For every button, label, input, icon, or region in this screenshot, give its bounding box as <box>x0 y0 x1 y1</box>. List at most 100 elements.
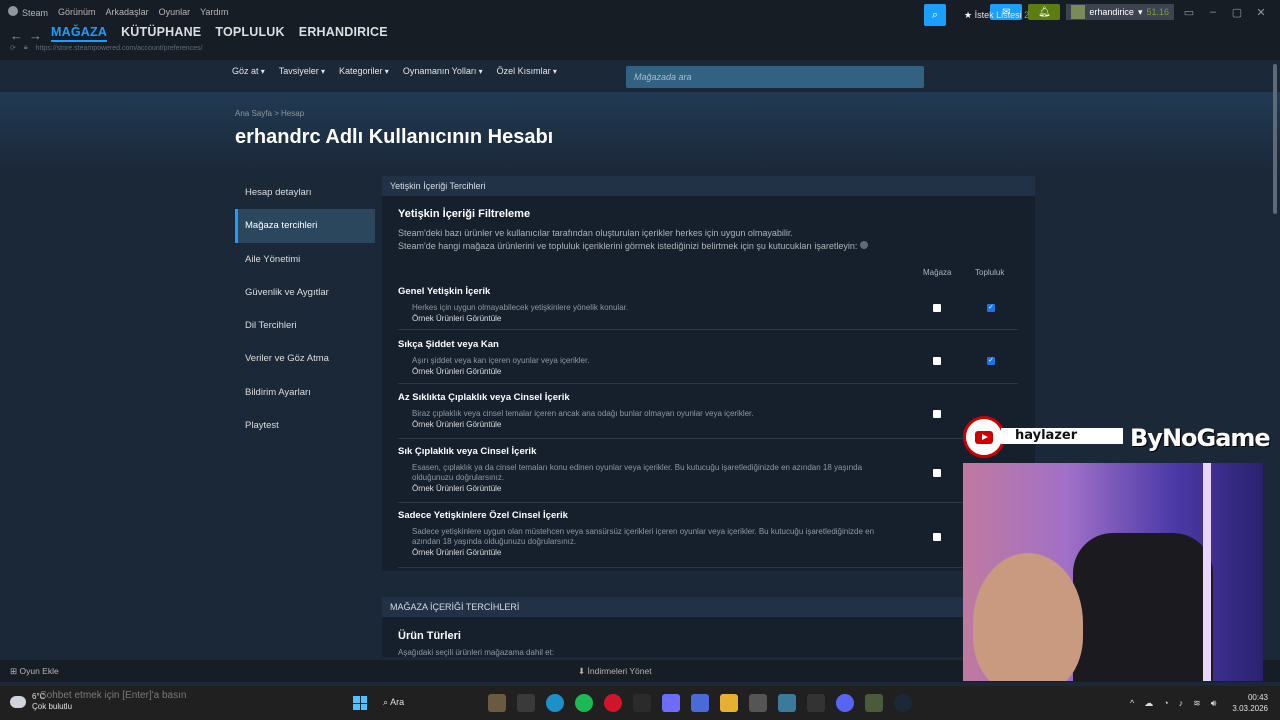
plus-icon: ⊞ <box>10 666 18 676</box>
app-icon[interactable] <box>488 694 506 712</box>
tab-community[interactable]: TOPLULUK <box>215 25 284 42</box>
maximize-icon[interactable]: ▢ <box>1228 6 1246 19</box>
lock-icon: 🔒︎ <box>23 44 28 51</box>
wifi-icon[interactable]: ≋ <box>1193 698 1201 709</box>
wishlist-link[interactable]: ★ İstek Listesi 2 <box>964 10 1029 21</box>
volume-icon[interactable]: 🔊︎ <box>1211 698 1217 709</box>
windows-start-icon[interactable] <box>353 696 367 710</box>
description-line-2: Steam'de hangi mağaza ürünlerini ve topl… <box>398 241 858 251</box>
app-icon[interactable] <box>691 694 709 712</box>
sidebar-item-playtest[interactable]: Playtest <box>235 409 375 442</box>
downloads-button[interactable]: ⬇ İndirmeleri Yönet <box>578 666 652 677</box>
menu-steam[interactable]: Steam <box>8 6 48 18</box>
menu-games[interactable]: Oyunlar <box>159 7 191 17</box>
app-icon[interactable] <box>807 694 825 712</box>
onedrive-icon[interactable]: ☁ <box>1144 698 1153 709</box>
store-nav-categories[interactable]: Kategoriler <box>339 66 389 76</box>
steam-logo-icon <box>8 6 18 16</box>
pref-row-title: Sıkça Şiddet veya Kan <box>398 339 499 350</box>
game-icon[interactable] <box>865 694 883 712</box>
screen-icon[interactable]: ▭ <box>1180 6 1198 19</box>
store-checkbox[interactable] <box>933 304 941 312</box>
sidebar-item-data-browsing[interactable]: Veriler ve Göz Atma <box>235 342 375 375</box>
store-app-icon[interactable] <box>633 694 651 712</box>
cloud-icon <box>10 696 26 708</box>
clock-date: 3.03.2026 <box>1232 704 1268 713</box>
search-icon: ⌕ <box>931 9 939 21</box>
edge-icon[interactable] <box>546 694 564 712</box>
help-icon[interactable] <box>859 241 868 249</box>
tab-store[interactable]: MAĞAZA <box>51 25 108 42</box>
search-button[interactable]: ⌕ <box>924 4 946 26</box>
reload-icon[interactable]: ⟳ <box>10 44 16 52</box>
settings-icon[interactable] <box>749 694 767 712</box>
menu-help[interactable]: Yardım <box>200 7 228 17</box>
downloads-label: İndirmeleri Yönet <box>587 666 652 676</box>
microphone-icon[interactable]: ♪ <box>1179 698 1184 709</box>
forward-arrow-icon[interactable]: → <box>29 28 42 43</box>
store-search-input[interactable]: Mağazada ara <box>626 66 924 88</box>
system-clock[interactable]: 00:43 3.03.2026 <box>1232 692 1268 714</box>
opera-icon[interactable] <box>604 694 622 712</box>
chevron-up-icon[interactable]: ^ <box>1130 698 1134 709</box>
store-checkbox[interactable] <box>933 469 941 477</box>
sidebar-item-account-details[interactable]: Hesap detayları <box>235 176 375 209</box>
taskbar-search[interactable]: ⌕ Ara <box>383 697 404 708</box>
clock-time: 00:43 <box>1247 693 1268 702</box>
store-nav-ways-to-play[interactable]: Oynamanın Yolları <box>403 66 483 76</box>
youtube-logo-icon <box>963 416 1005 458</box>
page-scrollbar[interactable] <box>1272 62 1278 652</box>
sidebar-item-notifications[interactable]: Bildirim Ayarları <box>235 376 375 409</box>
scrollbar-thumb[interactable] <box>1273 64 1277 214</box>
close-icon[interactable]: ✕ <box>1252 6 1270 19</box>
account-menu[interactable]: erhandirice ▾ 51.16 <box>1066 4 1174 20</box>
tab-profile[interactable]: ERHANDIRICE <box>299 25 388 42</box>
weather-condition: Çok bulutlu <box>32 702 73 711</box>
store-nav-special-sections[interactable]: Özel Kısımlar <box>497 66 557 76</box>
sample-products-link[interactable]: Örnek Ürünleri Görüntüle <box>412 367 1018 376</box>
breadcrumb[interactable]: Ana Sayfa > Hesap <box>235 109 304 118</box>
panel-header: Yetişkin İçeriği Tercihleri <box>382 176 1035 196</box>
sidebar-item-language[interactable]: Dil Tercihleri <box>235 309 375 342</box>
store-checkbox[interactable] <box>933 533 941 541</box>
store-nav-recommendations[interactable]: Tavsiyeler <box>279 66 325 76</box>
store-nav-browse[interactable]: Göz at <box>232 66 265 76</box>
store-content-panel: MAĞAZA İÇERİĞİ TERCİHLERİ Ürün Türleri A… <box>382 597 1035 657</box>
pref-row: Az Sıklıkta Çıplaklık veya Cinsel İçerik… <box>398 392 1018 439</box>
pref-row: Sık Çıplaklık veya Cinsel İçerik Esasen,… <box>398 446 1018 503</box>
menu-friends[interactable]: Arkadaşlar <box>106 7 149 17</box>
sidebar-item-family[interactable]: Aile Yönetimi <box>235 243 375 276</box>
sample-products-link[interactable]: Örnek Ürünleri Görüntüle <box>412 314 1018 323</box>
copilot-icon[interactable] <box>662 694 680 712</box>
spotify-icon[interactable] <box>575 694 593 712</box>
star-icon: ★ <box>964 10 973 20</box>
notifications-button[interactable]: 🔔︎ <box>1028 4 1061 20</box>
sidebar-item-security[interactable]: Güvenlik ve Aygıtlar <box>235 276 375 309</box>
files-icon[interactable] <box>517 694 535 712</box>
discord-icon[interactable] <box>836 694 854 712</box>
network-icon[interactable]: ◔ <box>1163 698 1168 709</box>
store-checkbox[interactable] <box>933 410 941 418</box>
system-tray: ^ ☁ ◔ ♪ ≋ 🔊︎ <box>1130 698 1216 709</box>
back-arrow-icon[interactable]: ← <box>10 28 23 43</box>
sidebar-item-store-preferences[interactable]: Mağaza tercihleri <box>235 209 375 243</box>
product-types-title: Ürün Türleri <box>398 630 461 642</box>
sample-products-link[interactable]: Örnek Ürünleri Görüntüle <box>412 420 1018 429</box>
add-game-button[interactable]: ⊞ Oyun Ekle <box>10 666 59 677</box>
tab-library[interactable]: KÜTÜPHANE <box>121 25 201 42</box>
folder-icon[interactable] <box>720 694 738 712</box>
minimize-icon[interactable]: – <box>1204 6 1222 18</box>
community-checkbox[interactable]: ✓ <box>987 357 995 365</box>
menu-view[interactable]: Görünüm <box>58 7 96 17</box>
app-icon[interactable] <box>778 694 796 712</box>
sample-products-link[interactable]: Örnek Ürünleri Görüntüle <box>412 548 1018 557</box>
steam-icon[interactable] <box>894 694 912 712</box>
store-checkbox[interactable] <box>933 357 941 365</box>
hero-background <box>0 92 1280 172</box>
windows-taskbar: 6°C Çok bulutlu Sohbet etmek için [Enter]… <box>0 686 1280 720</box>
pref-row-title: Genel Yetişkin İçerik <box>398 286 491 297</box>
description-line-1: Steam'deki bazı ürünler ve kullanıcılar … <box>398 228 793 238</box>
steam-title-bar: Steam Görünüm Arkadaşlar Oyunlar Yardım … <box>0 0 1280 24</box>
community-checkbox[interactable]: ✓ <box>987 304 995 312</box>
sample-products-link[interactable]: Örnek Ürünleri Görüntüle <box>412 484 1018 493</box>
